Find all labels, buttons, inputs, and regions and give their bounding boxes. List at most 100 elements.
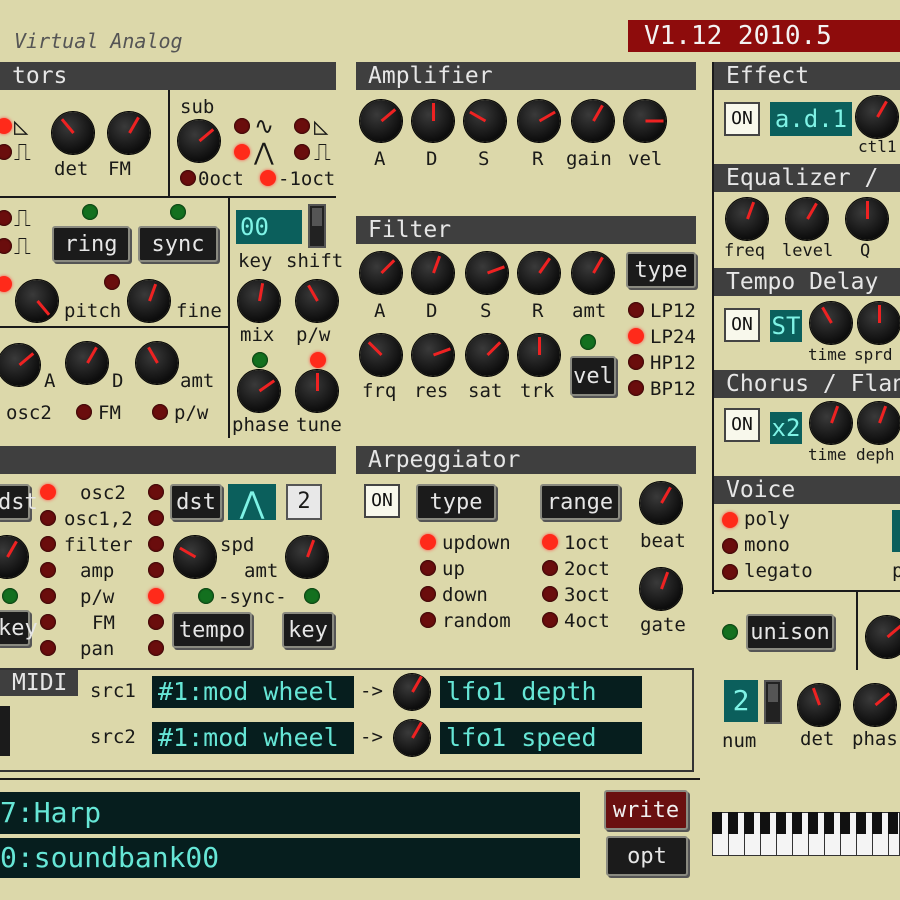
lfo-target-led[interactable] [40, 640, 56, 656]
key-display[interactable]: 00 [236, 210, 302, 244]
osc2-wave-led[interactable] [294, 118, 310, 134]
unison-phase-knob[interactable] [854, 684, 896, 726]
patch-name-display[interactable]: 7:Harp [0, 792, 580, 834]
unison-button[interactable]: unison [746, 614, 834, 650]
eq-freq-knob[interactable] [726, 198, 768, 240]
env-amt-knob[interactable] [136, 342, 178, 384]
lfo-target-led[interactable] [40, 536, 56, 552]
bp12-led[interactable] [628, 380, 644, 396]
amp-gain-knob[interactable] [572, 100, 614, 142]
sub-knob[interactable] [178, 120, 220, 162]
flt-d-knob[interactable] [412, 252, 454, 294]
flt-s-knob[interactable] [466, 252, 508, 294]
amp-s-knob[interactable] [464, 100, 506, 142]
sub-wave-led[interactable] [234, 144, 250, 160]
mono-led[interactable] [722, 538, 738, 554]
lfo-key-button[interactable]: key [282, 612, 334, 648]
flt-sat-knob[interactable] [466, 334, 508, 376]
arp-type-button[interactable]: type [416, 484, 496, 520]
lfo-wave-display[interactable]: ⋀ [228, 484, 276, 521]
filter-vel-button[interactable]: vel [570, 356, 616, 396]
oct-minus1-led[interactable] [260, 170, 276, 186]
flt-trk-knob[interactable] [518, 334, 560, 376]
env-knob[interactable] [0, 344, 40, 386]
lfo2-target-led[interactable] [148, 484, 164, 500]
fm-dst-led[interactable] [76, 404, 92, 420]
osc1-wave-led[interactable] [0, 118, 12, 134]
lfo2-target-led[interactable] [148, 640, 164, 656]
amp-a-knob[interactable] [360, 100, 402, 142]
delay-sprd-knob[interactable] [858, 302, 900, 344]
arp-oct-led[interactable] [542, 560, 558, 576]
voice-display[interactable] [892, 510, 900, 552]
effect-ctl-knob[interactable] [856, 96, 898, 138]
mix-knob[interactable] [238, 280, 280, 322]
arp-range-button[interactable]: range [540, 484, 620, 520]
chorus-on-button[interactable]: ON [724, 408, 760, 442]
fm-knob[interactable] [108, 112, 150, 154]
eq-q-knob[interactable] [846, 198, 888, 240]
osc2-wave-led[interactable] [0, 210, 12, 226]
sync-button[interactable]: sync [138, 226, 218, 262]
phase-knob[interactable] [238, 370, 280, 412]
unison-det-knob[interactable] [798, 684, 840, 726]
osc2-wave-led[interactable] [294, 144, 310, 160]
ring-button[interactable]: ring [52, 226, 130, 262]
shift-switch[interactable] [308, 204, 326, 248]
pw-dst-led[interactable] [152, 404, 168, 420]
arp-oct-led[interactable] [542, 612, 558, 628]
flt-frq-knob[interactable] [360, 334, 402, 376]
lfo2-target-led[interactable] [148, 536, 164, 552]
lfo-target-led[interactable] [40, 588, 56, 604]
arp-beat-knob[interactable] [640, 482, 682, 524]
chorus-mode-display[interactable]: x2 [770, 412, 802, 444]
chorus-depth-knob[interactable] [858, 402, 900, 444]
unison-num-switch[interactable] [764, 680, 782, 724]
bank-name-display[interactable]: 0:soundbank00 [0, 838, 580, 878]
sub-wave-led[interactable] [234, 118, 250, 134]
lfo-num-button[interactable]: 2 [286, 484, 322, 520]
arp-mode-led[interactable] [420, 586, 436, 602]
pitch-knob[interactable] [16, 280, 58, 322]
legato-led[interactable] [722, 564, 738, 580]
arp-oct-led[interactable] [542, 586, 558, 602]
pw-knob[interactable] [296, 280, 338, 322]
midi-scroll[interactable] [0, 706, 10, 756]
unison-num-display[interactable]: 2 [724, 680, 758, 722]
arp-mode-led[interactable] [420, 612, 436, 628]
delay-mode-display[interactable]: ST [770, 310, 802, 342]
filter-type-button[interactable]: type [626, 252, 696, 288]
midi-depth2-knob[interactable] [394, 720, 430, 756]
lfo-amt-knob[interactable] [286, 536, 328, 578]
amp-d-knob[interactable] [412, 100, 454, 142]
lfo2-dst-button[interactable]: dst [170, 484, 222, 520]
flt-amt-knob[interactable] [572, 252, 614, 294]
tune-knob[interactable] [296, 370, 338, 412]
lfo-target-led[interactable] [40, 562, 56, 578]
arp-mode-led[interactable] [420, 534, 436, 550]
opt-button[interactable]: opt [606, 836, 688, 876]
write-button[interactable]: write [604, 790, 688, 830]
hp12-led[interactable] [628, 354, 644, 370]
chorus-time-knob[interactable] [810, 402, 852, 444]
lp12-led[interactable] [628, 302, 644, 318]
delay-on-button[interactable]: ON [724, 308, 760, 342]
lfo1-knob[interactable] [0, 536, 28, 578]
lfo2-target-led[interactable] [148, 510, 164, 526]
env-a-knob[interactable] [66, 342, 108, 384]
arp-on-button[interactable]: ON [364, 484, 400, 518]
effect-preset-display[interactable]: a.d.1 [770, 102, 852, 136]
src2-display[interactable]: #1:mod wheel [152, 722, 354, 754]
delay-time-knob[interactable] [810, 302, 852, 344]
lfo-tempo-button[interactable]: tempo [172, 612, 252, 648]
lp24-led[interactable] [628, 328, 644, 344]
lfo1-key-button[interactable]: key [0, 610, 38, 646]
flt-r-knob[interactable] [518, 252, 560, 294]
voice-p-knob[interactable] [866, 616, 900, 658]
poly-led[interactable] [722, 512, 738, 528]
arp-oct-led[interactable] [542, 534, 558, 550]
keyboard-black-keys[interactable] [712, 812, 900, 834]
src1-display[interactable]: #1:mod wheel [152, 676, 354, 708]
flt-a-knob[interactable] [360, 252, 402, 294]
oct0-led[interactable] [180, 170, 196, 186]
